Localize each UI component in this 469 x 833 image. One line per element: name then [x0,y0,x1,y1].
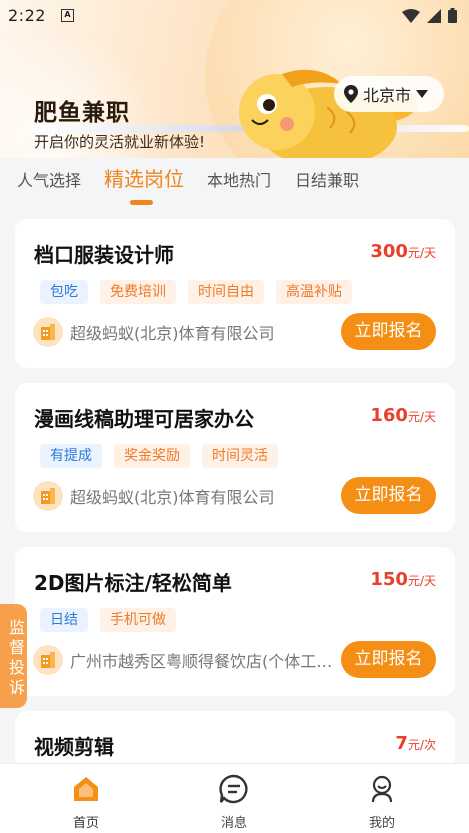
job-tag: 包吃 [40,280,88,304]
company-info: 超级蚂蚁(北京)体育有限公司 [33,481,275,511]
tab-indicator [130,200,153,205]
message-icon [219,774,248,804]
apply-button[interactable]: 立即报名 [341,313,436,350]
job-card[interactable]: 2D图片标注/轻松简单 150元/天 日结 手机可做 广州市越秀区粤顺得餐饮店(… [15,547,455,696]
nav-messages[interactable]: 消息 [194,772,274,831]
salary-unit: 元/次 [407,738,436,752]
status-time: 2:22 [8,6,46,25]
job-title: 档口服装设计师 [34,243,174,267]
salary-amount: 300 [370,241,408,262]
location-pin-icon [344,85,358,103]
job-card[interactable]: 视频剪辑 7元/次 [15,711,455,771]
nav-profile[interactable]: 我的 [342,772,422,831]
tab-featured[interactable]: 精选岗位 [104,163,184,192]
company-name: 超级蚂蚁(北京)体育有限公司 [70,324,275,343]
job-salary: 300元/天 [370,241,436,262]
dropdown-triangle-icon [416,90,429,98]
notification-icon: A [61,9,74,22]
job-tags: 日结 手机可做 [40,608,176,632]
app-title: 肥鱼兼职 [34,100,130,126]
company-building-icon [33,645,63,675]
battery-icon [448,8,457,23]
salary-unit: 元/天 [407,410,436,424]
company-info: 广州市越秀区粤顺得餐饮店(个体工商户) [33,645,335,675]
city-selector[interactable]: 北京市 [334,76,444,112]
job-tag: 日结 [40,608,88,632]
job-tag: 高温补贴 [276,280,352,304]
company-info: 超级蚂蚁(北京)体育有限公司 [33,317,275,347]
apply-button[interactable]: 立即报名 [341,641,436,678]
job-salary: 150元/天 [370,569,436,590]
profile-icon [371,775,393,803]
salary-amount: 7 [395,733,408,754]
apply-button[interactable]: 立即报名 [341,477,436,514]
job-tag: 时间自由 [188,280,264,304]
wifi-icon [402,8,420,23]
job-tag: 有提成 [40,444,102,468]
salary-amount: 150 [370,569,408,590]
job-tag: 奖金奖励 [114,444,190,468]
home-icon [74,777,98,801]
city-label: 北京市 [363,86,412,105]
company-building-icon [33,481,63,511]
nav-messages-label: 消息 [220,816,247,831]
tab-popular[interactable]: 人气选择 [17,167,81,191]
job-title: 漫画线稿助理可居家办公 [34,407,254,431]
job-tag: 时间灵活 [202,444,278,468]
salary-unit: 元/天 [407,246,436,260]
company-building-icon [33,317,63,347]
job-tag: 免费培训 [100,280,176,304]
nav-profile-label: 我的 [368,816,395,831]
hero-banner: 2:22 A 肥鱼兼职 开启你的灵活就业新体验! 北京市 [0,0,469,158]
job-tag: 手机可做 [100,608,176,632]
signal-icon [427,8,441,23]
job-salary: 7元/次 [395,733,436,754]
bottom-nav: 首页 消息 我的 [0,763,469,833]
app-subtitle: 开启你的灵活就业新体验! [34,133,206,151]
tab-daily-pay[interactable]: 日结兼职 [295,167,359,191]
tab-local-hot[interactable]: 本地热门 [207,167,271,191]
company-name: 广州市越秀区粤顺得餐饮店(个体工商户) [70,652,335,671]
status-bar: 2:22 A [0,0,469,32]
complaint-button[interactable]: 监督投诉 [0,604,27,708]
job-tags: 包吃 免费培训 时间自由 高温补贴 [40,280,352,304]
salary-amount: 160 [370,405,408,426]
job-card[interactable]: 档口服装设计师 300元/天 包吃 免费培训 时间自由 高温补贴 超级蚂蚁(北京… [15,219,455,368]
job-salary: 160元/天 [370,405,436,426]
job-title: 2D图片标注/轻松简单 [34,571,232,595]
company-name: 超级蚂蚁(北京)体育有限公司 [70,488,275,507]
job-card[interactable]: 漫画线稿助理可居家办公 160元/天 有提成 奖金奖励 时间灵活 超级蚂蚁(北京… [15,383,455,532]
nav-home-label: 首页 [72,816,99,831]
job-title: 视频剪辑 [34,735,114,759]
salary-unit: 元/天 [407,574,436,588]
job-tags: 有提成 奖金奖励 时间灵活 [40,444,278,468]
nav-home[interactable]: 首页 [46,772,126,831]
category-tabs: 人气选择 精选岗位 本地热门 日结兼职 [0,158,469,206]
